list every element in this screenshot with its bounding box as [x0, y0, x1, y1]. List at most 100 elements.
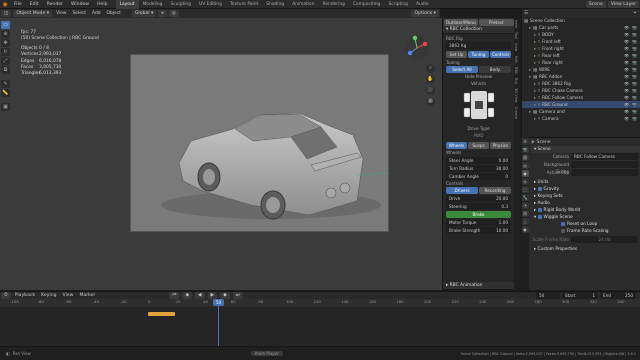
- proportional-edit-button[interactable]: ◎: [168, 10, 179, 17]
- play-reverse-icon[interactable]: ◀: [195, 292, 205, 299]
- menu-file[interactable]: File: [10, 0, 26, 9]
- sidebar-tab[interactable]: Tool: [514, 30, 518, 41]
- modifier-tab-icon[interactable]: 🔧: [521, 194, 529, 201]
- setting-field[interactable]: Steering 0.3: [446, 203, 511, 210]
- visibility-eye-icon[interactable]: 👁: [624, 115, 629, 122]
- pan-hand-icon[interactable]: ✋: [426, 75, 435, 84]
- keyframe-range[interactable]: [148, 312, 175, 316]
- timeline-ruler[interactable]: -100 -80 -60 -40 -20 0 20 40 60 80 100 120 140 160 180…: [0, 299, 640, 307]
- prev-key-icon[interactable]: ◆: [182, 292, 193, 299]
- workspace-tab[interactable]: Audio: [412, 0, 432, 9]
- susps-tab[interactable]: Susps: [468, 142, 489, 149]
- camera-view-icon[interactable]: 🎥: [426, 86, 435, 95]
- world-tab-icon[interactable]: ◍: [521, 178, 529, 185]
- gravity-section[interactable]: ▸ Gravity: [531, 186, 640, 193]
- reset-on-loop-row[interactable]: Reset on Loop: [531, 221, 640, 228]
- mode-selector[interactable]: Object Mode ▾: [13, 10, 53, 17]
- controls-button[interactable]: Controls: [490, 51, 511, 58]
- render-camera-icon[interactable]: 📷: [632, 80, 637, 87]
- anim-player-indicator[interactable]: Anim Player: [250, 351, 283, 356]
- visibility-eye-icon[interactable]: 👁: [624, 31, 629, 38]
- timeline-editor-icon[interactable]: ⏱: [1, 292, 11, 299]
- measure-tool-icon[interactable]: 📏: [1, 89, 10, 97]
- tool-tab-icon[interactable]: ⚙: [521, 138, 529, 145]
- viewport-menu-add[interactable]: Add: [89, 9, 104, 18]
- add-cube-tool-icon[interactable]: ▣: [1, 103, 10, 111]
- recording-tab[interactable]: Recording: [479, 187, 511, 194]
- visibility-eye-icon[interactable]: 👁: [624, 101, 629, 108]
- sidebar-tab[interactable]: Item: [514, 18, 518, 30]
- snap-button[interactable]: ⌖: [158, 10, 167, 17]
- menu-edit[interactable]: Edit: [26, 0, 43, 9]
- output-tab-icon[interactable]: 🖨: [521, 154, 529, 161]
- menu-help[interactable]: Help: [93, 0, 111, 9]
- outliner-item[interactable]: ▸ ▿ RBC Ground 👁 📷: [522, 101, 640, 108]
- drive-type-value[interactable]: AWD: [446, 132, 511, 139]
- outliner-item[interactable]: ▸ ▿ Front right 👁 📷: [522, 45, 640, 52]
- scene-tab-icon[interactable]: ◈: [521, 170, 529, 177]
- setting-field[interactable]: Camber Angle 0: [446, 173, 511, 180]
- rbc-collection-title[interactable]: ▾ RBC Collection: [443, 26, 514, 34]
- render-camera-icon[interactable]: 📷: [632, 31, 637, 38]
- audio-section[interactable]: ▸ Audio: [531, 200, 640, 207]
- rigid-body-world-section[interactable]: ▸ Rigid Body World: [531, 207, 640, 214]
- vehicle-wheel-diagram[interactable]: [446, 87, 512, 123]
- viewport-menu-view[interactable]: View: [53, 9, 69, 18]
- render-tab-icon[interactable]: 📷: [521, 146, 529, 153]
- setting-field[interactable]: Steer Angle 0.00: [446, 157, 511, 164]
- render-camera-icon[interactable]: 📷: [632, 101, 637, 108]
- start-frame-field[interactable]: Start 1: [562, 292, 598, 299]
- outliner-item[interactable]: ▸ ▤ RBC Addon 👁 📷: [522, 73, 640, 80]
- pretest-tab[interactable]: Pretest: [479, 18, 514, 26]
- scene-selector[interactable]: Scene: [585, 0, 606, 8]
- object-tab-icon[interactable]: ▢: [521, 186, 529, 193]
- render-camera-icon[interactable]: 📷: [632, 59, 637, 66]
- render-camera-icon[interactable]: 📷: [632, 94, 637, 101]
- menu-render[interactable]: Render: [43, 0, 67, 9]
- sidebar-tab[interactable]: Create: [514, 105, 518, 121]
- visibility-eye-icon[interactable]: 👁: [624, 59, 629, 66]
- gravity-checkbox[interactable]: [537, 186, 542, 191]
- jump-start-icon[interactable]: ⏮: [169, 292, 180, 299]
- timeline-menu-playback[interactable]: Playback: [12, 293, 39, 298]
- setting-field[interactable]: Drive 20.00: [446, 195, 511, 202]
- visibility-eye-icon[interactable]: 👁: [624, 38, 629, 45]
- editor-type-button[interactable]: ◫: [1, 10, 12, 17]
- zoom-icon[interactable]: ⌕: [426, 64, 435, 73]
- blender-logo-icon[interactable]: ◉: [0, 0, 10, 9]
- outliner-item[interactable]: ▸ ▤ Car parts 👁 📷: [522, 24, 640, 31]
- visibility-eye-icon[interactable]: 👁: [624, 24, 629, 31]
- visibility-eye-icon[interactable]: 👁: [624, 52, 629, 59]
- current-frame-field[interactable]: 50: [536, 292, 560, 299]
- render-camera-icon[interactable]: 📷: [632, 45, 637, 52]
- outliner-menu-tab[interactable]: Outliner/Menu: [443, 18, 478, 26]
- sidebar-tab[interactable]: View: [514, 41, 518, 54]
- workspace-tab[interactable]: Layout: [115, 0, 139, 9]
- drivers-tab[interactable]: Drivers: [446, 187, 478, 194]
- scene-collection-row[interactable]: ▤ Scene Collection: [522, 17, 640, 24]
- workspace-tab[interactable]: Compositing: [349, 0, 385, 9]
- render-camera-icon[interactable]: 📷: [632, 73, 637, 80]
- camera-frame[interactable]: [130, 54, 390, 232]
- outliner-item[interactable]: ▸ ▿ BODY 👁 📷: [522, 31, 640, 38]
- outliner-editor-icon[interactable]: ☰: [524, 11, 528, 16]
- data-tab-icon[interactable]: △: [521, 218, 529, 225]
- select-all-button[interactable]: Select All: [446, 66, 478, 73]
- frame-rate-scaling-row[interactable]: Frame Rate Scaling: [531, 228, 640, 235]
- render-camera-icon[interactable]: 📷: [632, 87, 637, 94]
- filter-icon[interactable]: ⏷: [633, 10, 637, 16]
- workspace-tab[interactable]: Modeling: [139, 0, 167, 9]
- sidebar-tab[interactable]: 3D View: [514, 86, 518, 105]
- view-layer-selector[interactable]: View Layer: [607, 0, 639, 8]
- outliner-item[interactable]: ▸ ▤ Camera and 👁 📷: [522, 108, 640, 115]
- visibility-eye-icon[interactable]: 👁: [624, 73, 629, 80]
- select-box-tool-icon[interactable]: ▭: [1, 21, 10, 29]
- render-camera-icon[interactable]: 📷: [632, 115, 637, 122]
- viewport-menu-object[interactable]: Object: [104, 9, 124, 18]
- render-camera-icon[interactable]: 📷: [632, 52, 637, 59]
- visibility-eye-icon[interactable]: 👁: [624, 80, 629, 87]
- keying-sets-section[interactable]: ▸ Keying Sets: [531, 193, 640, 200]
- timeline-menu-keying[interactable]: Keying: [38, 293, 59, 298]
- end-frame-field[interactable]: End 250: [600, 292, 636, 299]
- transform-tool-icon[interactable]: ⧉: [1, 66, 10, 74]
